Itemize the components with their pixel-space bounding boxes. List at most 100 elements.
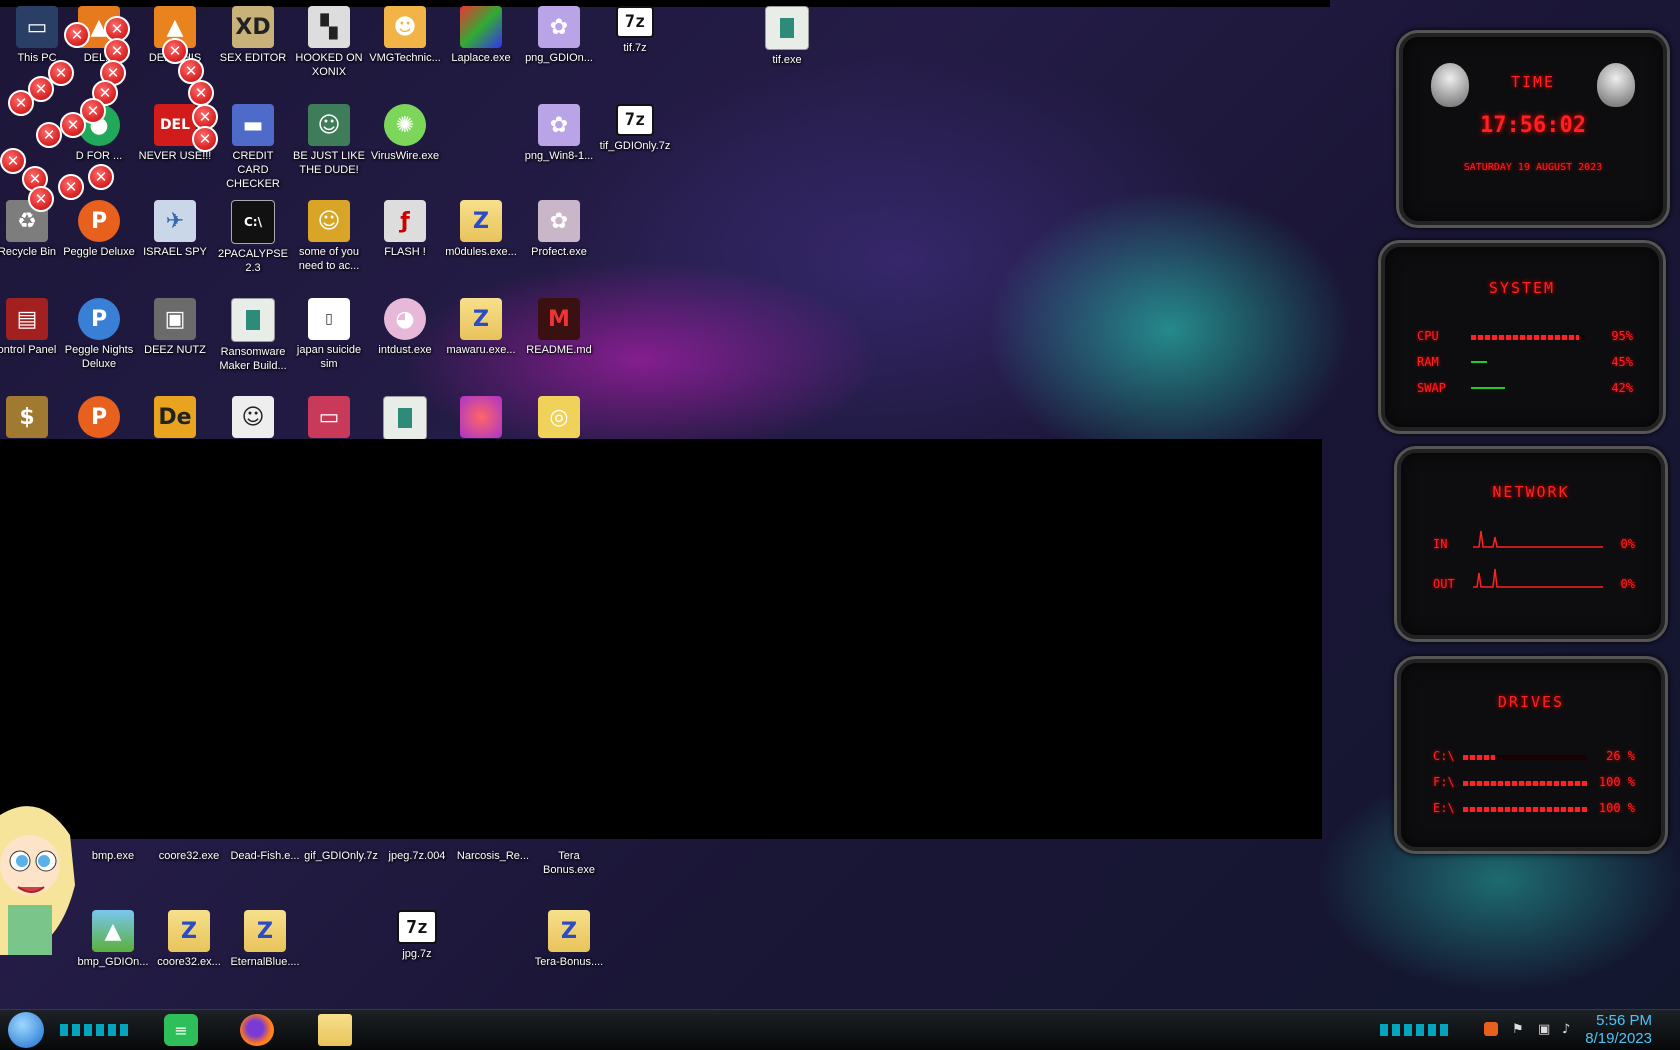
- desktop-icon-laplace[interactable]: Laplace.exe: [444, 6, 518, 65]
- desktop-icon-monitor[interactable]: ▭: [292, 396, 366, 438]
- firefox-icon[interactable]: [240, 1014, 274, 1046]
- cubes-icon: ▣: [154, 298, 196, 340]
- system-widget-title: SYSTEM: [1488, 279, 1556, 297]
- desktop-icon-sex-editor[interactable]: XD SEX EDITOR: [216, 6, 290, 65]
- close-icon[interactable]: ✕: [28, 186, 54, 212]
- desktop-icon-bmp-gdionly[interactable]: ▲ bmp_GDIOn...: [76, 910, 150, 969]
- close-icon[interactable]: ✕: [64, 22, 90, 48]
- monitor-icon: ▭: [308, 396, 350, 438]
- desktop-icon-png-gdionly[interactable]: ✿ png_GDIOn...: [522, 6, 596, 65]
- time-widget-clock: 17:56:02: [1480, 113, 1586, 138]
- desktop-icon-peggle-extra[interactable]: P: [62, 396, 136, 438]
- desktop-icon-deez-nutz[interactable]: ▣ DEEZ NUTZ: [138, 298, 212, 357]
- 7z-icon: 7z: [616, 6, 654, 38]
- desktop-icon-eternalblue[interactable]: Z EternalBlue....: [228, 910, 302, 969]
- control-panel-icon: ▤: [6, 298, 48, 340]
- close-icon[interactable]: ✕: [60, 112, 86, 138]
- hex-editor-icon: XD: [232, 6, 274, 48]
- zip-folder-icon: Z: [244, 910, 286, 952]
- notes-icon[interactable]: ≡: [164, 1014, 198, 1046]
- start-orb-icon[interactable]: [8, 1012, 44, 1048]
- close-icon[interactable]: ✕: [88, 164, 114, 190]
- desktop-icon-colorful[interactable]: [444, 396, 518, 438]
- desktop-icon-cartoon[interactable]: ☺: [216, 396, 290, 438]
- alien-head-icon: [1597, 63, 1635, 107]
- desktop-icon-japan-suicide-sim[interactable]: ▯ japan suicide sim: [292, 298, 366, 371]
- anime-icon: ✿: [538, 200, 580, 242]
- desktop-icon-profect[interactable]: ✿ Profect.exe: [522, 200, 596, 259]
- anime-icon: ✿: [538, 6, 580, 48]
- desktop-icon-vmgtechnic[interactable]: ☻ VMGTechnic...: [368, 6, 442, 65]
- desktop-icon-bmp-exe[interactable]: bmp.exe: [76, 846, 150, 863]
- close-icon[interactable]: ✕: [58, 174, 84, 200]
- network-row-in: IN 0%: [1433, 530, 1635, 553]
- time-widget: TIME 17:56:02 SATURDAY 19 AUGUST 2023: [1396, 30, 1670, 228]
- desktop-icon-tera-bonus-zip[interactable]: Z Tera-Bonus....: [532, 910, 606, 969]
- desktop-icon-control-panel[interactable]: ▤ ontrol Panel: [0, 298, 64, 357]
- network-icon[interactable]: ▣: [1538, 1022, 1552, 1037]
- alien-head-icon: [1431, 63, 1469, 107]
- user-icon: ☻: [384, 6, 426, 48]
- close-icon[interactable]: ✕: [0, 148, 26, 174]
- tray-app-icon[interactable]: [1484, 1022, 1498, 1036]
- window-icon: [231, 298, 275, 342]
- desktop-icon-mawaru[interactable]: Z mawaru.exe...: [444, 298, 518, 357]
- close-icon[interactable]: ✕: [192, 126, 218, 152]
- close-icon[interactable]: ✕: [188, 80, 214, 106]
- desktop-icon-tif-exe[interactable]: tif.exe: [750, 6, 824, 67]
- palette-icon: ◕: [384, 298, 426, 340]
- desktop-icon-jpeg-7z-004[interactable]: jpeg.7z.004: [380, 846, 454, 863]
- desktop-icon-peggle-deluxe[interactable]: P Peggle Deluxe: [62, 200, 136, 259]
- system-row-ram: RAM 45%: [1417, 355, 1633, 369]
- drive-f-bar: [1463, 781, 1587, 786]
- desktop-icon-credit-card-checker[interactable]: ▬ CREDIT CARD CHECKER: [216, 104, 290, 191]
- flag-icon[interactable]: ⚑: [1512, 1022, 1526, 1037]
- desktop-icon-tera-bonus-exe[interactable]: Tera Bonus.exe: [532, 846, 606, 877]
- peggle-icon: P: [78, 200, 120, 242]
- desktop-icon-flash[interactable]: ƒ FLASH !: [368, 200, 442, 259]
- desktop-icon-2pacalypse[interactable]: C:\ 2PACALYPSE 2.3: [216, 200, 290, 275]
- desktop-icon-window[interactable]: [368, 396, 442, 440]
- desktop-icon-jpg-7z[interactable]: 7z jpg.7z: [380, 910, 454, 961]
- desktop-icon-money-bag[interactable]: $: [0, 396, 64, 438]
- drives-widget-title: DRIVES: [1497, 693, 1565, 711]
- santa-icon: ☺: [308, 104, 350, 146]
- desktop-icon-tif-gdionly-7z[interactable]: 7z tif_GDIOnly.7z: [598, 104, 672, 153]
- close-icon[interactable]: ✕: [8, 90, 34, 116]
- taskbar-decoration: [1380, 1024, 1452, 1036]
- drive-row-f: F:\ 100 %: [1433, 775, 1635, 789]
- desktop-icon-readme[interactable]: M README.md: [522, 298, 596, 357]
- zip-folder-icon: Z: [460, 298, 502, 340]
- desktop-icon-tif-7z[interactable]: 7z tif.7z: [598, 6, 672, 55]
- desktop-icon-dead-fish[interactable]: Dead-Fish.e...: [228, 846, 302, 863]
- desktop-icon-png-win8[interactable]: ✿ png_Win8-1...: [522, 104, 596, 163]
- swap-bar: [1471, 387, 1585, 389]
- close-icon[interactable]: ✕: [36, 122, 62, 148]
- desktop-icon-ransomware-maker[interactable]: Ransomware Maker Build...: [216, 298, 290, 373]
- taskbar-clock[interactable]: 5:56 PM 8/19/2023: [1585, 1012, 1652, 1048]
- time-widget-date: SATURDAY 19 AUGUST 2023: [1463, 162, 1603, 173]
- desktop-icon-some-of-you[interactable]: ☺ some of you need to ac...: [292, 200, 366, 273]
- desktop-icon-m0dules[interactable]: Z m0dules.exe...: [444, 200, 518, 259]
- desktop-icon-de[interactable]: De: [138, 396, 212, 438]
- network-row-out: OUT 0%: [1433, 568, 1635, 593]
- desktop-icon-coore32-zip[interactable]: Z coore32.ex...: [152, 910, 226, 969]
- desktop-icon-yellow[interactable]: ◎: [522, 396, 596, 438]
- peggle-icon: P: [78, 396, 120, 438]
- taskbar-time: 5:56 PM: [1596, 1012, 1652, 1029]
- terminal-icon: C:\: [231, 200, 275, 244]
- desktop-icon-gif-gdionly[interactable]: gif_GDIOnly.7z: [304, 846, 378, 863]
- desktop-icon-peggle-nights[interactable]: P Peggle Nights Deluxe: [62, 298, 136, 371]
- desktop-icon-narcosis[interactable]: Narcosis_Re...: [456, 846, 530, 863]
- zip-folder-icon: Z: [460, 200, 502, 242]
- dog-icon: ☺: [308, 200, 350, 242]
- desktop-icon-coore32-exe[interactable]: coore32.exe: [152, 846, 226, 863]
- desktop-icon-viruswire[interactable]: ✺ VirusWire.exe: [368, 104, 442, 163]
- volume-icon[interactable]: ♪: [1562, 1022, 1576, 1037]
- desktop-icon-israel-spy[interactable]: ✈ ISRAEL SPY: [138, 200, 212, 259]
- desktop-icon-hooked-on-xonix[interactable]: ▚ HOOKED ON XONIX: [292, 6, 366, 79]
- desktop-icon-be-just-like-the-dude[interactable]: ☺ BE JUST LIKE THE DUDE!: [292, 104, 366, 177]
- cpu-bar: [1471, 335, 1585, 340]
- desktop-icon-intdust[interactable]: ◕ intdust.exe: [368, 298, 442, 357]
- file-explorer-icon[interactable]: [318, 1014, 352, 1046]
